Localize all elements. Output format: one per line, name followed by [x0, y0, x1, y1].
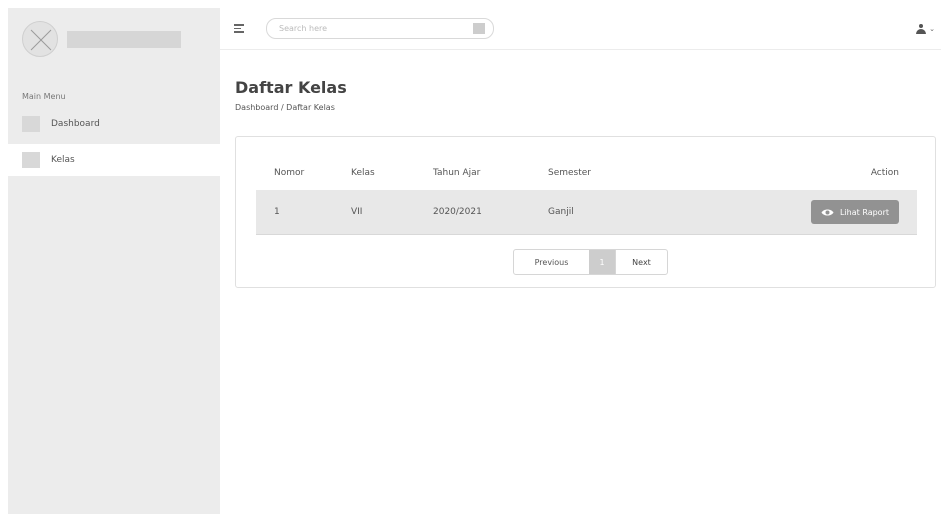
sidebar: Main Menu Dashboard Kelas	[8, 8, 220, 514]
chevron-down-icon: ⌄	[929, 25, 935, 33]
hamburger-icon[interactable]	[234, 24, 244, 33]
pagination-next[interactable]: Next	[615, 250, 667, 274]
dashboard-icon	[22, 116, 40, 132]
breadcrumb: Dashboard / Daftar Kelas	[235, 103, 335, 112]
topbar: ⌄	[220, 8, 941, 50]
header-kelas: Kelas	[351, 167, 375, 178]
logo-placeholder-icon	[22, 21, 58, 57]
table-row: 1 VII 2020/2021 Ganjil Lihat Raport	[256, 190, 917, 235]
header-semester: Semester	[548, 167, 592, 178]
sidebar-item-label: Dashboard	[51, 119, 100, 129]
logo-text-placeholder	[67, 30, 181, 48]
pagination: Previous 1 Next	[513, 249, 668, 275]
page-title: Daftar Kelas	[235, 78, 347, 97]
content-card: Nomor Kelas Tahun Ajar Semester Action 1…	[235, 136, 936, 288]
search-icon[interactable]	[473, 23, 485, 34]
sidebar-item-dashboard[interactable]: Dashboard	[8, 108, 220, 140]
header-action: Action	[870, 167, 899, 178]
eye-icon	[821, 209, 834, 215]
logo-area	[8, 8, 220, 70]
lihat-raport-label: Lihat Raport	[839, 207, 889, 217]
header-nomor: Nomor	[274, 167, 305, 178]
sidebar-item-kelas[interactable]: Kelas	[8, 144, 220, 176]
sidebar-item-label: Kelas	[51, 155, 75, 165]
table-header-row: Nomor Kelas Tahun Ajar Semester Action	[256, 155, 917, 190]
cell-kelas: VII	[351, 207, 363, 217]
cell-semester: Ganjil	[548, 207, 574, 217]
kelas-table: Nomor Kelas Tahun Ajar Semester Action 1…	[256, 155, 917, 235]
search-box	[266, 18, 494, 39]
cell-tahun-ajar: 2020/2021	[433, 207, 482, 217]
cell-action: Lihat Raport	[698, 200, 917, 224]
pagination-previous[interactable]: Previous	[514, 250, 589, 274]
user-icon	[915, 24, 927, 34]
pagination-page-1[interactable]: 1	[589, 250, 615, 274]
cell-nomor: 1	[274, 207, 280, 217]
header-tahun-ajar: Tahun Ajar	[433, 167, 481, 178]
search-input[interactable]	[279, 24, 429, 33]
kelas-icon	[22, 152, 40, 168]
lihat-raport-button[interactable]: Lihat Raport	[810, 200, 899, 224]
menu-section-title: Main Menu	[22, 92, 66, 101]
user-menu[interactable]: ⌄	[915, 24, 935, 34]
